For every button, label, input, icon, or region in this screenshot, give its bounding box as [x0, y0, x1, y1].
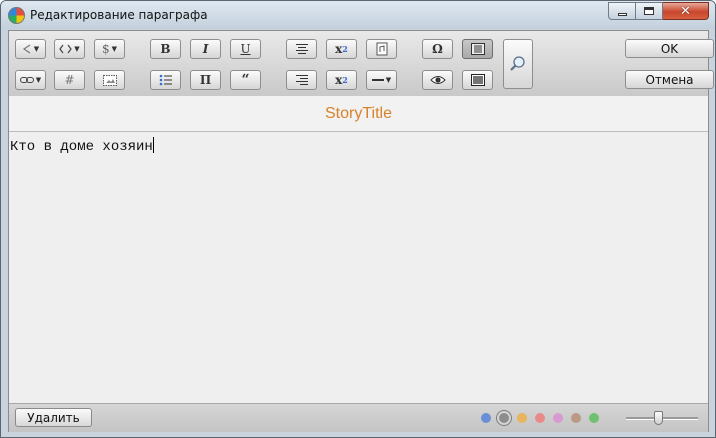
minimize-button[interactable] [608, 2, 636, 20]
toolbar: ▼ ▼ $ ▼ B I U x2 Ω OK ▼ # П “ x 2 ▼ Отме… [9, 31, 714, 97]
color-tag-dot[interactable] [535, 413, 545, 423]
slider-thumb[interactable] [654, 411, 663, 425]
horizontal-rule-icon [371, 79, 384, 81]
document-image-icon [376, 42, 387, 56]
chain-link-icon [19, 77, 34, 83]
editor-text: Кто в доме хозяин [10, 139, 153, 155]
color-tag-dot[interactable] [499, 413, 509, 423]
chevron-down-icon: ▼ [111, 45, 118, 53]
variable-dropdown[interactable]: $ ▼ [94, 39, 125, 59]
chevron-down-icon: ▼ [385, 76, 392, 84]
align-right-icon [295, 75, 308, 85]
color-tag-dot[interactable] [553, 413, 563, 423]
subscript-mark: 2 [342, 75, 348, 85]
color-tag-dot[interactable] [589, 413, 599, 423]
color-tag-picker [481, 413, 599, 423]
code-dropdown[interactable]: ▼ [54, 39, 85, 59]
bold-button[interactable]: B [150, 39, 181, 59]
align-center-icon [295, 44, 308, 54]
link-back-dropdown[interactable]: ▼ [15, 39, 46, 59]
zoom-slider[interactable] [626, 411, 698, 425]
subscript-icon: x [335, 73, 343, 87]
title-bar[interactable]: Редактирование параграфа ✕ [1, 1, 715, 29]
underline-button[interactable]: U [230, 39, 261, 59]
magnifier-icon [510, 56, 525, 71]
delete-button[interactable]: Удалить [15, 408, 92, 427]
chevron-down-icon: ▼ [33, 45, 40, 53]
close-button[interactable]: ✕ [663, 2, 709, 20]
italic-button[interactable]: I [190, 39, 221, 59]
text-editor[interactable]: Кто в доме хозяин [9, 132, 708, 403]
maximize-icon [644, 7, 654, 15]
code-brackets-icon [59, 44, 73, 54]
image-button[interactable] [366, 39, 397, 59]
superscript-button[interactable]: x2 [326, 39, 357, 59]
anchor-button[interactable]: # [54, 70, 85, 90]
separator-dropdown[interactable]: ▼ [366, 70, 397, 90]
status-bar: Удалить [9, 403, 708, 432]
dollar-icon: $ [101, 42, 110, 56]
preview-button[interactable] [422, 70, 453, 90]
list-block-icon [470, 74, 485, 86]
align-center-button[interactable] [286, 39, 317, 59]
ok-button[interactable]: OK [625, 39, 714, 58]
eye-icon [429, 76, 446, 84]
close-icon: ✕ [680, 3, 691, 19]
subscript-button[interactable]: x2 [326, 70, 357, 90]
dialog-window: Редактирование параграфа ✕ ▼ ▼ $▼ B I U [0, 0, 716, 438]
text-block-icon [470, 43, 485, 55]
picture-icon [102, 74, 117, 86]
align-right-button[interactable] [286, 70, 317, 90]
special-char-button[interactable]: Ω [422, 39, 453, 59]
color-tag-dot[interactable] [517, 413, 527, 423]
text-caret [152, 137, 154, 153]
window-title: Редактирование параграфа [30, 8, 208, 22]
maximize-button[interactable] [636, 2, 663, 20]
color-tag-dot[interactable] [571, 413, 581, 423]
chevron-down-icon: ▼ [74, 45, 80, 53]
superscript-mark: 2 [342, 44, 348, 54]
color-tag-dot[interactable] [481, 413, 491, 423]
bullet-list-button[interactable] [150, 70, 181, 90]
pi-button[interactable]: П [190, 70, 221, 90]
triangle-left-icon [22, 44, 31, 54]
minimize-icon [617, 12, 627, 16]
link-dropdown[interactable]: ▼ [15, 70, 46, 90]
editor-content[interactable]: Кто в доме хозяин [10, 137, 154, 155]
text-block-view-button[interactable] [462, 39, 493, 59]
bullet-list-icon [159, 74, 172, 86]
cancel-button[interactable]: Отмена [625, 70, 714, 89]
editor-panel: ▼ ▼ $ ▼ B I U x2 Ω OK ▼ # П “ x 2 ▼ Отме… [8, 30, 714, 432]
app-logo-icon [8, 7, 25, 24]
chevron-down-icon: ▼ [35, 76, 42, 84]
block-view-button[interactable] [462, 70, 493, 90]
story-title[interactable]: StoryTitle [9, 105, 708, 123]
story-title-bar: StoryTitle [9, 96, 708, 132]
superscript-icon: x [335, 42, 343, 56]
quote-button[interactable]: “ [230, 70, 261, 90]
find-button[interactable] [503, 39, 533, 89]
insert-image-button[interactable] [94, 70, 125, 90]
